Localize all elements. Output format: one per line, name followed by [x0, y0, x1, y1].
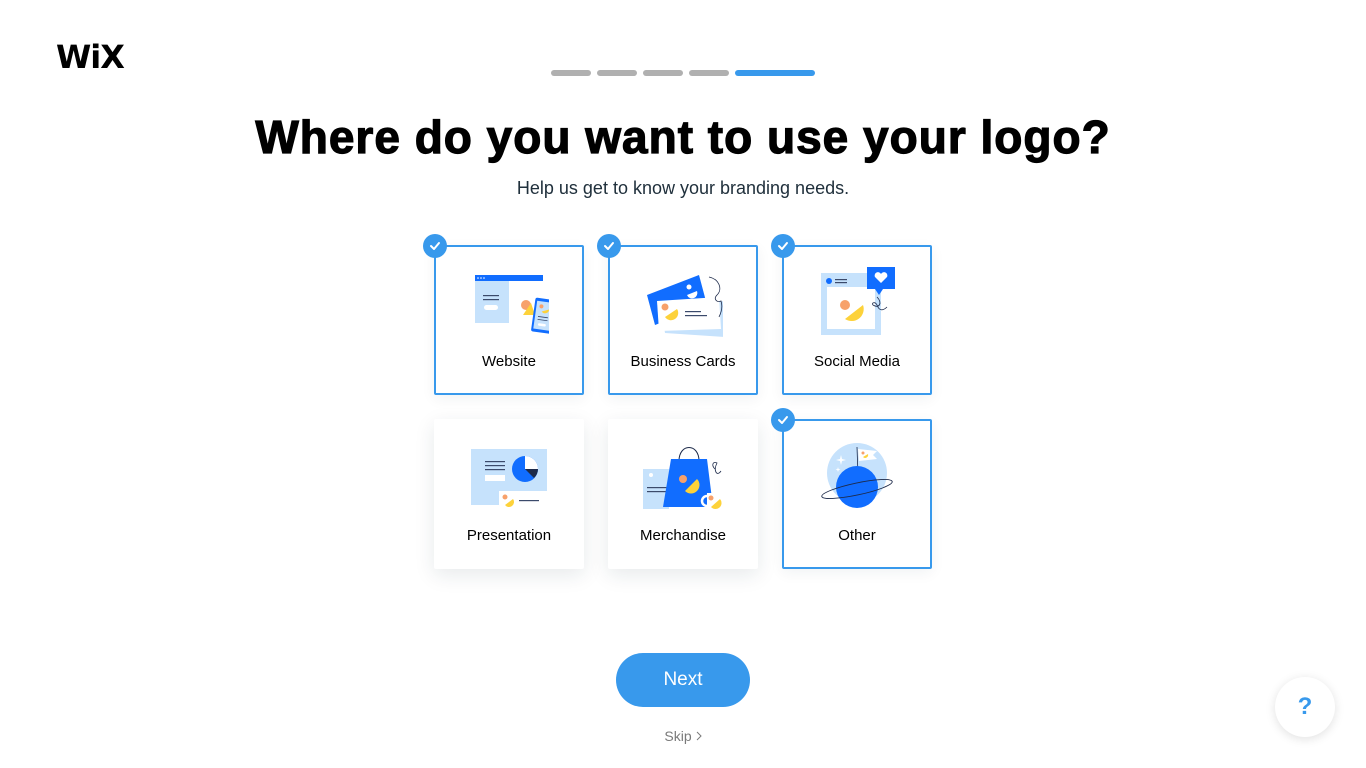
- option-label: Presentation: [466, 527, 552, 544]
- step-progress-bar: [551, 70, 815, 76]
- progress-step-3: [643, 70, 683, 76]
- option-card-other[interactable]: Other: [771, 408, 932, 569]
- options-grid: Website Business Cards Social Media Pres…: [423, 234, 932, 569]
- presentation-illustration: [471, 449, 547, 511]
- help-button[interactable]: ?: [1275, 677, 1335, 737]
- skip-link[interactable]: Skip: [0, 728, 1366, 744]
- check-icon: [771, 408, 795, 432]
- page-title: Where do you want to use your logo?: [255, 110, 1111, 163]
- check-icon: [771, 234, 795, 258]
- chevron-right-icon: [696, 728, 702, 744]
- business-cards-illustration: [647, 275, 723, 337]
- option-label: Social Media: [814, 353, 900, 370]
- check-icon: [423, 234, 447, 258]
- wix-logo: WiX: [56, 38, 125, 76]
- option-card-social-media[interactable]: Social Media: [771, 234, 932, 395]
- option-label: Business Cards: [630, 353, 736, 370]
- option-card-website[interactable]: Website: [423, 234, 584, 395]
- option-label: Website: [482, 353, 536, 370]
- page-subtitle: Help us get to know your branding needs.: [516, 178, 850, 198]
- option-card-presentation[interactable]: Presentation: [434, 419, 584, 569]
- option-label: Other: [838, 527, 876, 544]
- merchandise-illustration: [643, 447, 722, 510]
- option-label: Merchandise: [640, 527, 726, 544]
- progress-step-5: [735, 70, 815, 76]
- option-card-merchandise[interactable]: Merchandise: [608, 419, 758, 569]
- progress-step-2: [597, 70, 637, 76]
- check-icon: [597, 234, 621, 258]
- progress-step-1: [551, 70, 591, 76]
- website-illustration: [475, 275, 549, 334]
- progress-step-4: [689, 70, 729, 76]
- planet-illustration: [821, 443, 893, 508]
- next-button[interactable]: Next: [616, 653, 750, 707]
- social-media-illustration: [821, 267, 895, 335]
- option-card-business-cards[interactable]: Business Cards: [597, 234, 758, 395]
- skip-label: Skip: [664, 728, 692, 744]
- question-mark-icon: ?: [1297, 693, 1313, 720]
